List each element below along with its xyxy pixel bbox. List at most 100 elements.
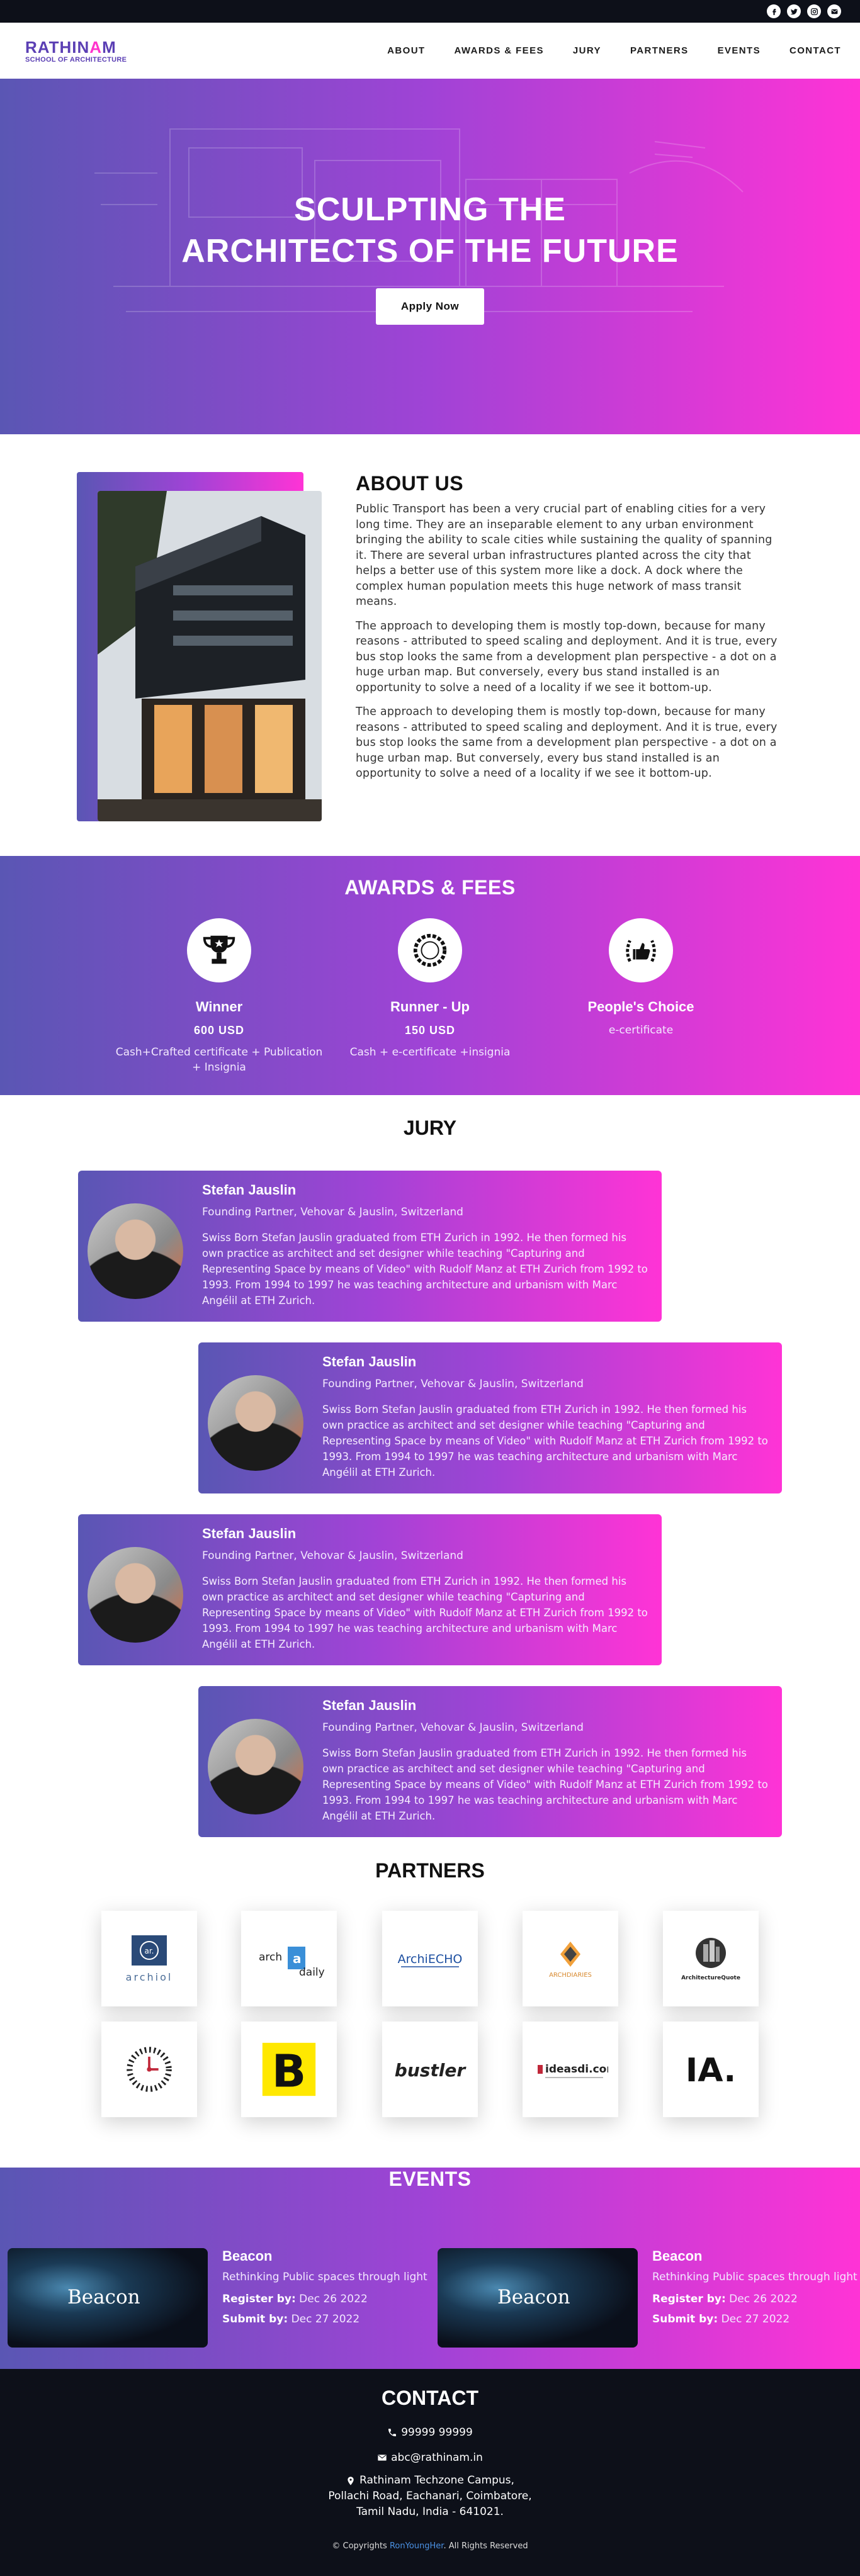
awards-section: AWARDS & FEES Winner 600 USD Cash+Crafte… (0, 856, 860, 1095)
about-title: ABOUT US (356, 472, 464, 495)
main-nav: RATHINAM SCHOOL OF ARCHITECTURE ABOUT AW… (0, 23, 860, 79)
envelope-icon (378, 2455, 387, 2461)
event-card[interactable]: Beacon Beacon Rethinking Public spaces t… (8, 2248, 436, 2348)
jury-photo (208, 1719, 303, 1814)
about-building-image (98, 491, 322, 821)
award-price: 150 USD (404, 1024, 456, 1037)
jury-bio: Swiss Born Stefan Jauslin graduated from… (322, 1403, 768, 1478)
svg-text:bustler: bustler (395, 2060, 467, 2081)
about-paragraph: Public Transport has been a very crucial… (356, 503, 772, 608)
jury-title: JURY (403, 1116, 457, 1139)
logo-subtitle: SCHOOL OF ARCHITECTURE (25, 56, 127, 64)
jury-name: Stefan Jauslin (322, 1354, 417, 1370)
event-card[interactable]: Beacon Beacon Rethinking Public spaces t… (438, 2248, 860, 2348)
award-price: 600 USD (193, 1024, 245, 1037)
jury-bio: Swiss Born Stefan Jauslin graduated from… (202, 1575, 648, 1650)
svg-text:archiol: archiol (126, 1971, 173, 1983)
apply-now-button[interactable]: Apply Now (376, 288, 484, 325)
partner-logo-archdaily[interactable]: arch a daily (241, 1911, 337, 2006)
jury-card: Stefan Jauslin Founding Partner, Vehovar… (198, 1686, 782, 1837)
jury-role: Founding Partner, Vehovar & Jauslin, Swi… (202, 1206, 463, 1218)
event-register-date: Register by: Dec 26 2022 (222, 2293, 368, 2305)
event-register-date: Register by: Dec 26 2022 (652, 2293, 798, 2305)
jury-photo (208, 1375, 303, 1471)
twitter-icon[interactable] (787, 4, 801, 18)
award-title: Winner (195, 999, 243, 1015)
partner-logo-b[interactable]: B (241, 2022, 337, 2117)
award-card: Winner 600 USD Cash+Crafted certificate … (115, 918, 323, 1075)
svg-text:ideasdi.com: ideasdi.com (545, 2063, 608, 2076)
jury-name: Stefan Jauslin (202, 1182, 297, 1198)
partner-logo-ideasdi[interactable]: ideasdi.com (523, 2022, 618, 2117)
hero-banner: SCULPTING THE ARCHITECTS OF THE FUTURE Ap… (0, 79, 860, 434)
jury-bio: Swiss Born Stefan Jauslin graduated from… (202, 1232, 648, 1307)
facebook-icon[interactable] (767, 4, 781, 18)
event-description: Rethinking Public spaces through light (652, 2271, 857, 2283)
jury-card: Stefan Jauslin Founding Partner, Vehovar… (78, 1171, 662, 1322)
jury-photo (88, 1203, 183, 1299)
email-icon[interactable] (827, 4, 841, 18)
location-pin-icon (348, 2476, 354, 2485)
award-description: e-certificate (608, 1024, 674, 1037)
about-paragraph: The approach to developing them is mostl… (356, 706, 778, 780)
awards-title: AWARDS & FEES (344, 876, 516, 899)
contact-section: CONTACT 99999 99999 abc@rathinam.in Rath… (0, 2369, 860, 2576)
jury-role: Founding Partner, Vehovar & Jauslin, Swi… (322, 1721, 584, 1734)
jury-card: Stefan Jauslin Founding Partner, Vehovar… (78, 1514, 662, 1665)
svg-text:ArchitectureQuote: ArchitectureQuote (681, 1975, 740, 1981)
instagram-icon[interactable] (807, 4, 821, 18)
thumbs-up-laurel-icon (609, 918, 673, 982)
jury-photo (88, 1547, 183, 1643)
partner-logo-architecturequote[interactable]: ArchitectureQuote (663, 1911, 759, 2006)
partners-title: PARTNERS (375, 1859, 485, 1882)
events-title: EVENTS (388, 2168, 472, 2190)
trophy-icon (187, 918, 251, 982)
nav-menu: ABOUT AWARDS & FEES JURY PARTNERS EVENTS… (387, 45, 841, 56)
svg-text:daily: daily (299, 1966, 325, 1979)
partner-logo-rtf[interactable] (101, 2022, 197, 2117)
jury-bio: Swiss Born Stefan Jauslin graduated from… (322, 1747, 768, 1822)
site-logo[interactable]: RATHINAM SCHOOL OF ARCHITECTURE (25, 38, 127, 64)
award-title: People's Choice (587, 999, 694, 1015)
hero-title: SCULPTING THE ARCHITECTS OF THE FUTURE (181, 191, 679, 269)
award-title: Runner - Up (390, 999, 470, 1015)
about-section: ABOUT US Public Transport has been a ver… (0, 434, 860, 856)
contact-title: CONTACT (381, 2387, 479, 2409)
nav-link-contact[interactable]: CONTACT (789, 45, 841, 56)
partner-logo-bustler[interactable]: bustler (382, 2022, 478, 2117)
logo-wordmark: RATHINAM (25, 38, 116, 57)
partner-logo-archdiaries[interactable]: ARCHDIARIES (523, 1911, 618, 2006)
partners-section: PARTNERS ar. archiol arch a daily ArchiECHO… (0, 1859, 860, 2150)
jury-name: Stefan Jauslin (322, 1697, 417, 1713)
about-paragraph: The approach to developing them is mostl… (356, 619, 778, 694)
copyright-brand-link[interactable]: RonYoungHer (390, 2541, 443, 2551)
svg-text:ArchiECHO: ArchiECHO (398, 1952, 463, 1966)
svg-text:ARCHDIARIES: ARCHDIARIES (549, 1972, 592, 1979)
award-card: People's Choice e-certificate (537, 918, 745, 1075)
award-list: Winner 600 USD Cash+Crafted certificate … (115, 918, 745, 1075)
svg-text:B: B (272, 2045, 307, 2098)
partner-logo-archiol[interactable]: ar. archiol (101, 1911, 197, 2006)
award-card: Runner - Up 150 USD Cash + e-certificate… (326, 918, 534, 1075)
award-description: Cash+Crafted certificate + Publication +… (115, 1046, 323, 1074)
contact-address: Rathinam Techzone Campus, Pollachi Road,… (328, 2474, 532, 2518)
event-image: Beacon (438, 2248, 638, 2348)
nav-link-jury[interactable]: JURY (573, 45, 601, 56)
contact-email[interactable]: abc@rathinam.in (0, 2451, 860, 2464)
about-text: ABOUT US Public Transport has been a ver… (356, 472, 784, 790)
nav-link-awards[interactable]: AWARDS & FEES (455, 45, 544, 56)
events-section: EVENTS Beacon Beacon Rethinking Public s… (0, 2168, 860, 2369)
jury-role: Founding Partner, Vehovar & Jauslin, Swi… (202, 1550, 463, 1562)
partner-logo-archiecho[interactable]: ArchiECHO (382, 1911, 478, 2006)
event-submit-date: Submit by: Dec 27 2022 (222, 2313, 360, 2326)
svg-text:ar.: ar. (145, 1947, 154, 1955)
laurel-wreath-icon (398, 918, 462, 982)
svg-text:arch: arch (259, 1951, 282, 1964)
partner-logo-ia[interactable]: IA. (663, 2022, 759, 2117)
event-name: Beacon (652, 2248, 703, 2264)
nav-link-partners[interactable]: PARTNERS (630, 45, 689, 56)
contact-phone[interactable]: 99999 99999 (0, 2426, 860, 2439)
nav-link-about[interactable]: ABOUT (387, 45, 425, 56)
nav-link-events[interactable]: EVENTS (718, 45, 761, 56)
jury-card: Stefan Jauslin Founding Partner, Vehovar… (198, 1342, 782, 1493)
